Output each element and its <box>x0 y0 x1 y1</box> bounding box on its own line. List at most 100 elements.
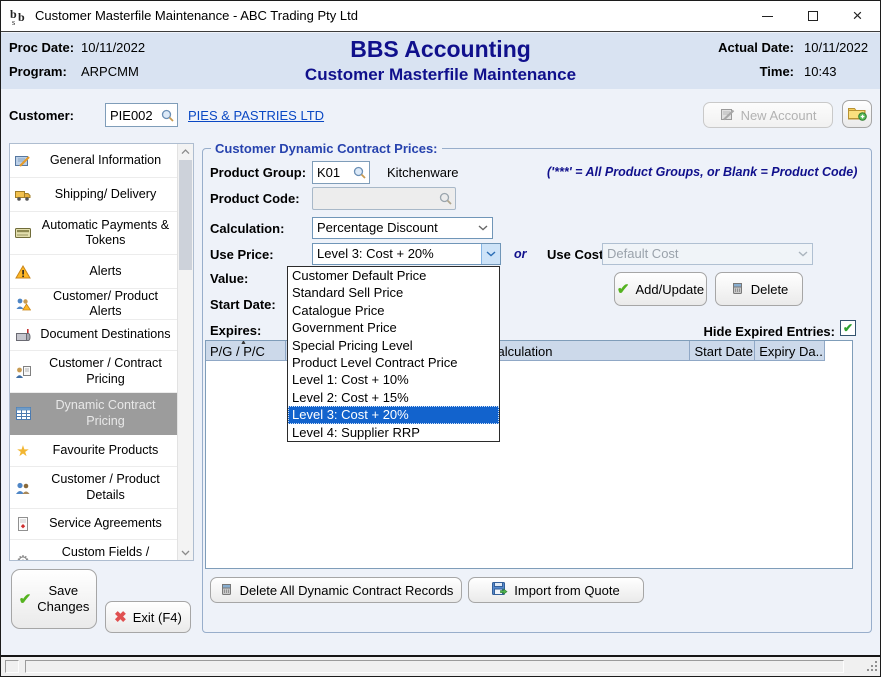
checkmark-icon: ✔ <box>843 322 853 334</box>
customer-code-input[interactable] <box>109 108 161 123</box>
actual-date-label: Actual Date: <box>639 40 804 55</box>
customer-label: Customer: <box>9 108 74 123</box>
close-button[interactable]: × <box>835 1 880 31</box>
title-bar: bbs Customer Masterfile Maintenance - AB… <box>1 1 880 32</box>
search-icon[interactable] <box>353 166 366 179</box>
grid-column-expiry-date[interactable]: Expiry Da... <box>755 341 825 361</box>
close-icon: × <box>853 6 863 26</box>
app-window: bbs Customer Masterfile Maintenance - AB… <box>0 0 881 677</box>
edit-card-icon <box>10 154 36 168</box>
table-icon <box>10 407 36 420</box>
star-icon: ★ <box>10 442 36 460</box>
delete-button[interactable]: Delete <box>715 272 803 306</box>
maximize-button[interactable] <box>790 1 835 31</box>
use-price-option[interactable]: Level 1: Cost + 10% <box>288 371 499 388</box>
use-price-option[interactable]: Government Price <box>288 319 499 336</box>
chevron-down-icon[interactable] <box>481 244 500 264</box>
product-code-label: Product Code: <box>210 191 300 206</box>
sidebar-item-automatic-payments[interactable]: Automatic Payments & Tokens <box>10 212 177 255</box>
import-from-quote-button[interactable]: Import from Quote <box>468 577 644 603</box>
sidebar-item-service-agreements[interactable]: Service Agreements <box>10 509 177 540</box>
scroll-up-icon[interactable] <box>178 144 193 159</box>
search-icon[interactable] <box>161 109 174 122</box>
grid-column-calculation[interactable]: Calculation <box>484 341 690 361</box>
value-label: Value: <box>210 271 248 286</box>
truck-icon <box>10 188 36 202</box>
resize-grip[interactable] <box>866 660 878 675</box>
minimize-button[interactable] <box>745 1 790 31</box>
save-changes-button[interactable]: ✔ Save Changes <box>11 569 97 629</box>
gear-icon: ⚙ <box>10 552 36 562</box>
sidebar-item-customer-product-alerts[interactable]: Customer/ Product Alerts <box>10 289 177 320</box>
exit-button[interactable]: ✖ Exit (F4) <box>105 601 191 633</box>
app-logo-icon: bbs <box>9 6 29 26</box>
use-price-option[interactable]: Product Level Contract Price <box>288 354 499 371</box>
credit-card-icon <box>10 227 36 239</box>
status-message-panel <box>25 660 844 673</box>
person-board-icon <box>10 365 36 379</box>
open-account-folder-button[interactable] <box>842 100 872 128</box>
customer-code-field[interactable] <box>105 103 178 127</box>
document-seal-icon <box>10 517 36 531</box>
scroll-down-icon[interactable] <box>178 545 193 560</box>
customer-name-link[interactable]: PIES & PASTRIES LTD <box>188 108 324 123</box>
sidebar-item-custom-fields[interactable]: ⚙ Custom Fields / Attributes <box>10 540 177 561</box>
grid-column-pg-pc[interactable]: ▲ P/G / P/C <box>206 341 286 361</box>
people-warning-icon <box>10 297 36 311</box>
sidebar-item-favourite-products[interactable]: ★ Favourite Products <box>10 435 177 467</box>
scrollbar-thumb[interactable] <box>179 160 192 270</box>
delete-all-records-button[interactable]: Delete All Dynamic Contract Records <box>210 577 462 603</box>
use-price-option[interactable]: Customer Default Price <box>288 267 499 284</box>
header-band: Proc Date: 10/11/2022 Program: ARPCMM BB… <box>1 33 880 89</box>
start-date-label: Start Date: <box>210 297 276 312</box>
sidebar-item-customer-product-details[interactable]: Customer / Product Details <box>10 467 177 509</box>
use-price-option[interactable]: Standard Sell Price <box>288 284 499 301</box>
search-icon <box>439 192 452 205</box>
use-cost-select[interactable]: Default Cost <box>602 243 813 265</box>
sort-ascending-icon: ▲ <box>240 341 247 346</box>
sidebar-item-customer-contract-pricing[interactable]: Customer / Contract Pricing <box>10 351 177 393</box>
product-group-label: Product Group: <box>210 165 306 180</box>
sidebar-item-alerts[interactable]: Alerts <box>10 255 177 289</box>
content-area: Customer: PIES & PASTRIES LTD New Accoun… <box>1 89 880 655</box>
product-code-input[interactable] <box>316 191 439 206</box>
use-price-dropdown-list[interactable]: Customer Default Price Standard Sell Pri… <box>287 266 500 442</box>
product-group-field[interactable] <box>312 161 370 184</box>
mailbox-icon <box>10 328 36 342</box>
use-price-option[interactable]: Level 2: Cost + 15% <box>288 389 499 406</box>
time-label: Time: <box>639 64 804 79</box>
grid-column-start-date[interactable]: Start Date <box>690 341 755 361</box>
hide-expired-checkbox[interactable]: ✔ <box>840 320 856 336</box>
use-price-option[interactable]: Level 4: Supplier RRP <box>288 424 499 441</box>
use-price-option[interactable]: Catalogue Price <box>288 302 499 319</box>
sidebar-scrollbar[interactable] <box>177 144 193 560</box>
use-price-option[interactable]: Level 3: Cost + 20% <box>288 406 499 423</box>
svg-text:b: b <box>18 10 25 24</box>
delete-icon <box>219 582 234 599</box>
add-update-button[interactable]: ✔ Add/Update <box>614 272 707 306</box>
grid-column-filler <box>825 341 852 361</box>
sidebar-item-shipping-delivery[interactable]: Shipping/ Delivery <box>10 178 177 212</box>
status-bar <box>1 657 880 677</box>
sidebar-item-document-destinations[interactable]: Document Destinations <box>10 320 177 351</box>
new-account-icon <box>720 107 735 124</box>
check-icon: ✔ <box>19 590 32 608</box>
hide-expired-label: Hide Expired Entries: <box>605 324 835 339</box>
sidebar: General Information Shipping/ Delivery A… <box>9 143 194 561</box>
use-price-option[interactable]: Special Pricing Level <box>288 337 499 354</box>
import-disk-icon <box>492 582 508 599</box>
product-code-field[interactable] <box>312 187 456 210</box>
or-text: or <box>514 247 527 261</box>
sidebar-item-dynamic-contract-pricing[interactable]: Dynamic Contract Pricing <box>10 393 177 435</box>
folder-add-icon <box>847 104 867 124</box>
calculation-select[interactable]: Percentage Discount <box>312 217 493 239</box>
use-price-select[interactable]: Level 3: Cost + 20% <box>312 243 501 265</box>
close-x-icon: ✖ <box>114 608 127 626</box>
actual-date-value: 10/11/2022 <box>804 40 874 55</box>
chevron-down-icon[interactable] <box>473 218 492 238</box>
status-cell-small <box>5 660 19 673</box>
new-account-button[interactable]: New Account <box>703 102 833 128</box>
time-value: 10:43 <box>804 64 874 79</box>
product-group-input[interactable] <box>316 165 353 180</box>
sidebar-item-general-information[interactable]: General Information <box>10 144 177 178</box>
